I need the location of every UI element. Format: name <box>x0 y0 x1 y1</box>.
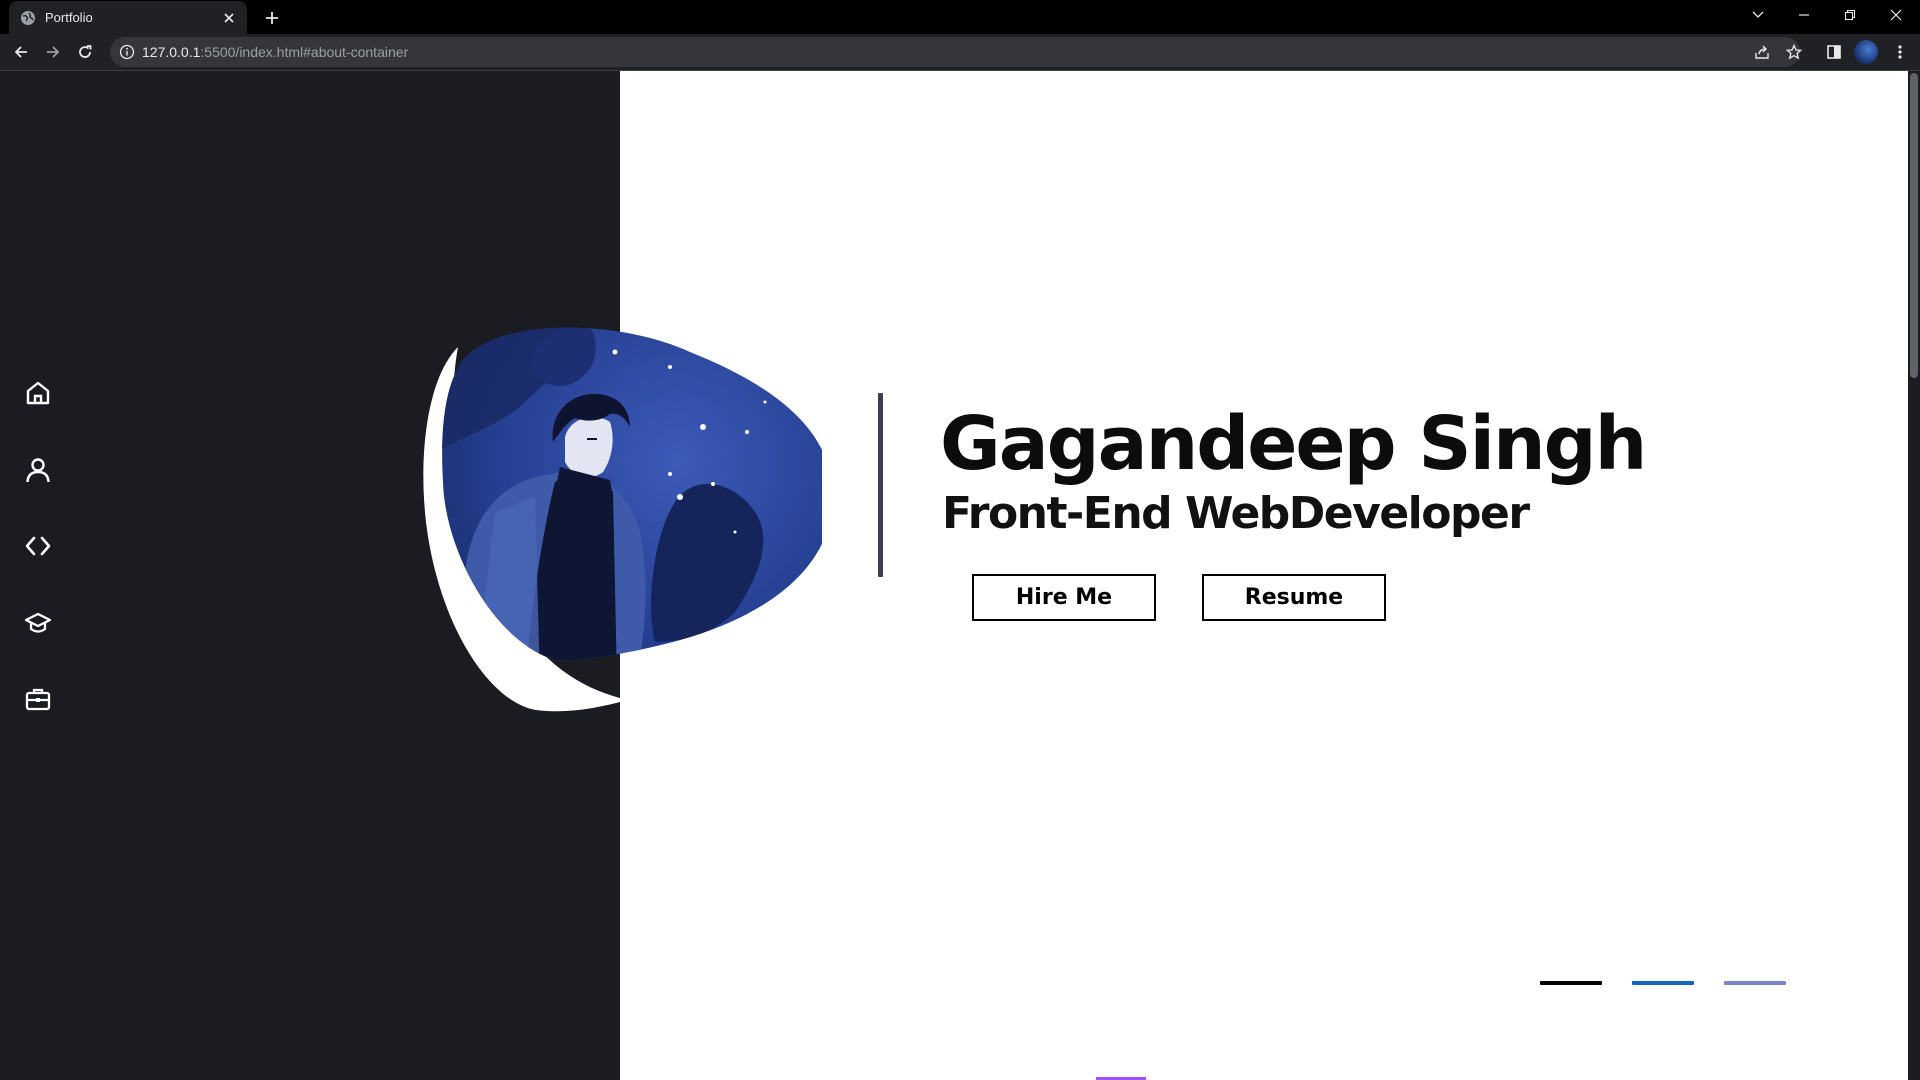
address-bar[interactable]: 127.0.0.1:5500/index.html#about-containe… <box>110 37 1802 67</box>
share-icon[interactable] <box>1752 42 1772 62</box>
tab-search-icon[interactable] <box>1735 0 1781 30</box>
minimize-icon[interactable] <box>1781 0 1827 30</box>
nav-about-user-icon[interactable] <box>22 454 54 486</box>
info-icon[interactable] <box>118 43 136 61</box>
scrollbar-thumb[interactable] <box>1910 73 1918 378</box>
side-panel-icon[interactable] <box>1820 38 1848 66</box>
page-viewport: Gagandeep Singh Front-End WebDeveloper H… <box>0 71 1920 1080</box>
forward-icon[interactable] <box>39 38 67 66</box>
url-path: :5500/index.html#about-container <box>200 44 409 60</box>
hero-name: Gagandeep Singh <box>940 401 1647 487</box>
nav-briefcase-icon[interactable] <box>22 683 54 715</box>
restore-icon[interactable] <box>1827 0 1873 30</box>
kebab-menu-icon[interactable] <box>1886 38 1914 66</box>
browser-toolbar: 127.0.0.1:5500/index.html#about-containe… <box>0 34 1920 71</box>
url-text[interactable]: 127.0.0.1:5500/index.html#about-containe… <box>142 44 408 60</box>
slide-indicator-2[interactable] <box>1632 981 1694 985</box>
tab-close-icon[interactable] <box>215 4 243 32</box>
globe-icon <box>21 10 35 25</box>
vertical-divider <box>878 393 883 577</box>
url-host: 127.0.0.1 <box>142 44 201 60</box>
reload-icon[interactable] <box>71 38 99 66</box>
slide-indicator-1[interactable] <box>1540 981 1602 985</box>
bookmark-star-icon[interactable] <box>1784 42 1804 62</box>
tab-title: Portfolio <box>45 10 93 25</box>
profile-portrait <box>423 327 822 712</box>
hero-role: Front-End WebDeveloper <box>942 488 1530 539</box>
tab-strip: Portfolio <box>0 0 1920 34</box>
new-tab-icon[interactable] <box>258 4 286 32</box>
slide-indicator-3[interactable] <box>1724 981 1786 985</box>
nav-home-icon[interactable] <box>22 377 54 409</box>
back-icon[interactable] <box>7 38 35 66</box>
hire-me-button[interactable]: Hire Me <box>972 574 1156 621</box>
resume-button[interactable]: Resume <box>1202 574 1386 621</box>
close-window-icon[interactable] <box>1873 0 1919 30</box>
nav-code-icon[interactable] <box>22 530 54 562</box>
profile-avatar[interactable] <box>1854 40 1878 64</box>
nav-education-cap-icon[interactable] <box>22 607 54 639</box>
browser-tab[interactable]: Portfolio <box>9 1 247 34</box>
